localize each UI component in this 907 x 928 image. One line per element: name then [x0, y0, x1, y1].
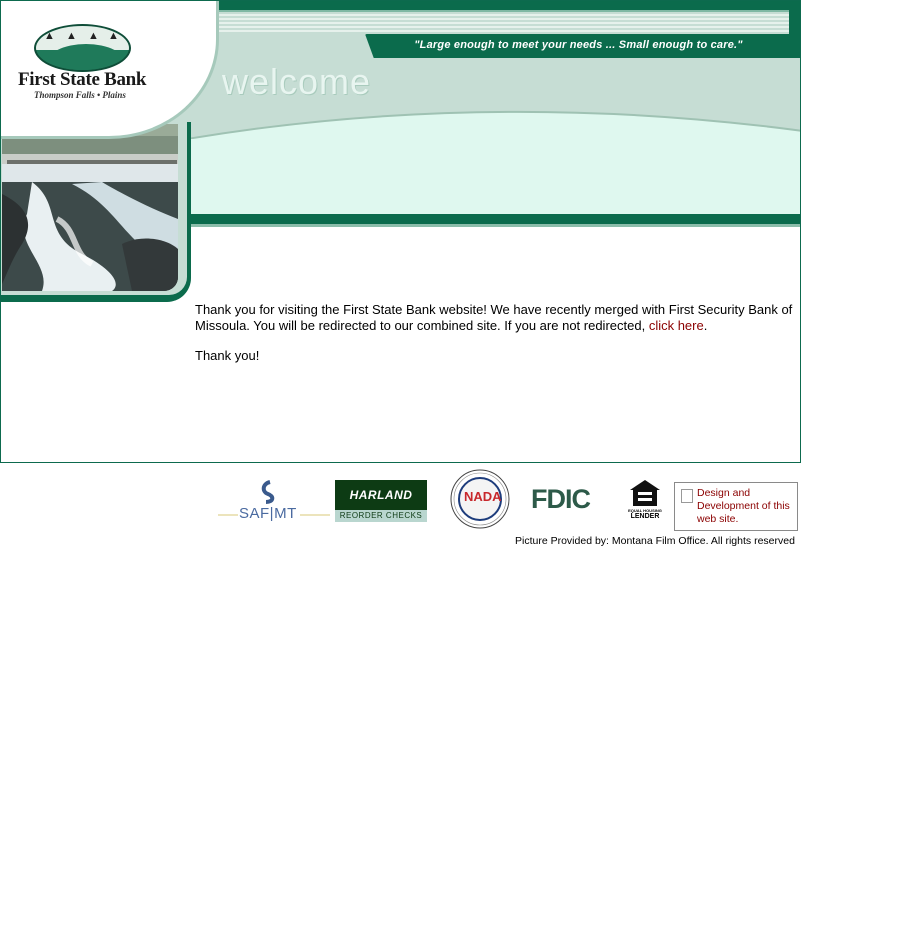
bird-icon: ▲	[88, 30, 99, 42]
thank-you-text: Thank you!	[195, 348, 260, 363]
tagline-text: "Large enough to meet your needs ... Sma…	[414, 39, 743, 51]
equal-housing-line2: LENDER	[630, 513, 660, 520]
tagline-bar: "Large enough to meet your needs ... Sma…	[365, 34, 800, 58]
redirect-message: Thank you for visiting the First State B…	[195, 302, 795, 333]
header-lines	[213, 12, 789, 34]
page-frame: "Large enough to meet your needs ... Sma…	[0, 0, 801, 463]
bird-icon: ▲	[108, 30, 119, 42]
saf-label: SAF|MT	[239, 505, 297, 522]
bank-locations: Thompson Falls • Plains	[34, 90, 126, 100]
welcome-heading: welcome	[222, 61, 372, 102]
logo-emblem: ▲ ▲ ▲ ▲	[34, 24, 131, 72]
bird-icon: ▲	[44, 30, 55, 42]
dam-photo	[2, 124, 178, 291]
nada-logo[interactable]: NADA	[450, 469, 510, 529]
mint-curve	[187, 99, 800, 139]
message-period: .	[703, 317, 708, 333]
nada-text: NADA	[464, 489, 502, 504]
photo-credit: Picture Provided by: Montana Film Office…	[515, 535, 795, 547]
divider-bar-light	[188, 224, 800, 227]
bank-name: First State Bank	[18, 69, 147, 90]
document-icon	[681, 489, 693, 503]
harland-title: HARLAND	[349, 488, 413, 502]
bird-icon: ▲	[66, 30, 77, 42]
design-link[interactable]: Design and Development of this web site.	[697, 487, 797, 526]
fdic-logo[interactable]: FDIC	[531, 484, 591, 515]
design-credit-box[interactable]: Design and Development of this web site.	[674, 482, 798, 531]
click-here-link[interactable]: click here	[649, 318, 704, 333]
harland-subtitle: REORDER CHECKS	[335, 510, 427, 522]
harland-logo[interactable]: HARLAND REORDER CHECKS	[335, 480, 427, 522]
divider-bar	[188, 214, 800, 224]
equal-housing-label: EQUAL HOUSING LENDER	[627, 508, 663, 521]
